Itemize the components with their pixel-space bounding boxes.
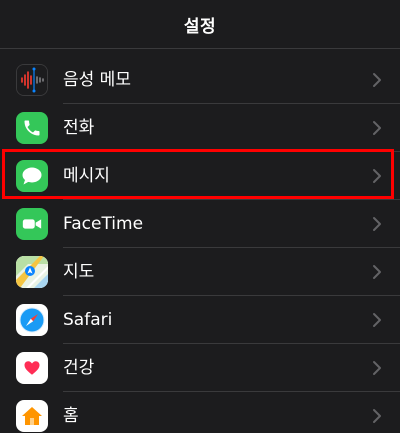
chevron-right-icon <box>373 409 381 423</box>
chevron-right-icon <box>373 361 381 375</box>
chevron-right-icon <box>373 313 381 327</box>
row-label: 음성 메모 <box>63 70 131 90</box>
settings-row-health[interactable]: 건강 <box>0 344 400 392</box>
settings-row-safari[interactable]: Safari <box>0 296 400 344</box>
phone-icon <box>16 112 48 144</box>
settings-row-voice-memos[interactable]: 음성 메모 <box>0 56 400 104</box>
row-label: 전화 <box>63 118 95 138</box>
row-label: 메시지 <box>63 166 110 186</box>
settings-row-phone[interactable]: 전화 <box>0 104 400 152</box>
chevron-right-icon <box>373 121 381 135</box>
settings-row-maps[interactable]: 지도 <box>0 248 400 296</box>
facetime-icon <box>16 208 48 240</box>
page-title: 설정 <box>183 16 217 37</box>
row-label: 건강 <box>63 358 95 378</box>
row-label: Safari <box>63 310 113 330</box>
chevron-right-icon <box>373 169 381 183</box>
settings-row-home[interactable]: 홈 <box>0 392 400 433</box>
settings-row-facetime[interactable]: FaceTime <box>0 200 400 248</box>
chevron-right-icon <box>373 73 381 87</box>
chevron-right-icon <box>373 217 381 231</box>
chevron-right-icon <box>373 265 381 279</box>
messages-icon <box>16 160 48 192</box>
row-label: 홈 <box>63 406 79 426</box>
row-label: 지도 <box>63 262 95 282</box>
settings-list: 음성 메모 전화 메시지 FaceTime 지도 Safari 건강 홈 <box>0 56 400 433</box>
settings-screen: 설정 음성 메모 전화 메시지 FaceTime 지도 Safari 건강 홈 <box>0 0 400 433</box>
row-label: FaceTime <box>63 214 144 234</box>
maps-icon <box>16 256 48 288</box>
safari-icon <box>16 304 48 336</box>
voice-memos-icon <box>16 64 48 96</box>
health-icon <box>16 352 48 384</box>
navigation-bar: 설정 <box>0 0 400 49</box>
settings-row-messages[interactable]: 메시지 <box>0 152 400 200</box>
home-icon <box>16 400 48 432</box>
